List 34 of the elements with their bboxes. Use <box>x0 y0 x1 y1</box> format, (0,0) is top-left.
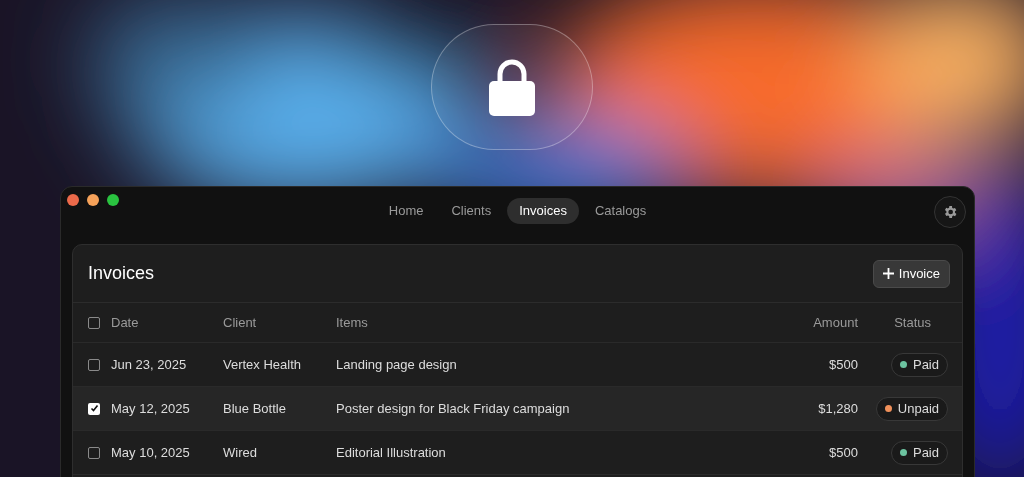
table-cell: May 10, 2025 <box>111 444 190 460</box>
column-header: Status <box>894 314 931 330</box>
checkbox[interactable] <box>88 446 100 459</box>
table-cell: Wired <box>223 444 257 460</box>
table-cell: Poster design for Black Friday campaign <box>336 400 570 416</box>
table-cell: $1,280 <box>818 400 858 416</box>
settings-button[interactable] <box>934 196 966 228</box>
column-header: Date <box>111 314 139 330</box>
column-header: Items <box>336 314 368 330</box>
table-cell: $500 <box>829 444 858 460</box>
table-cell: May 12, 2025 <box>111 400 190 416</box>
table-cell: Editorial Illustration <box>336 444 446 460</box>
column-header: Amount <box>813 314 858 330</box>
nav-tab[interactable]: Home <box>376 198 436 224</box>
table-cell: Blue Bottle <box>223 400 286 416</box>
nav-tab[interactable]: Clients <box>439 198 504 224</box>
table-cell: $500 <box>829 356 858 372</box>
settings-icon <box>942 204 958 220</box>
checkbox[interactable] <box>88 402 100 415</box>
nav-tab[interactable]: Catalogs <box>582 198 659 224</box>
new-invoice-button[interactable]: Invoice <box>872 259 950 288</box>
table-cell: Jun 23, 2025 <box>111 356 187 372</box>
status-badge: Unpaid <box>875 396 948 421</box>
lock-icon <box>489 58 535 116</box>
plus-icon <box>882 268 894 279</box>
card-title: Invoices <box>88 262 155 285</box>
status-badge: Paid <box>890 352 948 377</box>
column-header: Client <box>223 314 257 330</box>
table-cell: Landing page design <box>336 356 457 372</box>
checkbox[interactable] <box>88 358 100 371</box>
table-cell: Vertex Health <box>223 356 302 372</box>
nav-tab[interactable]: Invoices <box>507 198 579 224</box>
checkbox[interactable] <box>88 316 100 329</box>
status-badge: Paid <box>890 440 948 465</box>
